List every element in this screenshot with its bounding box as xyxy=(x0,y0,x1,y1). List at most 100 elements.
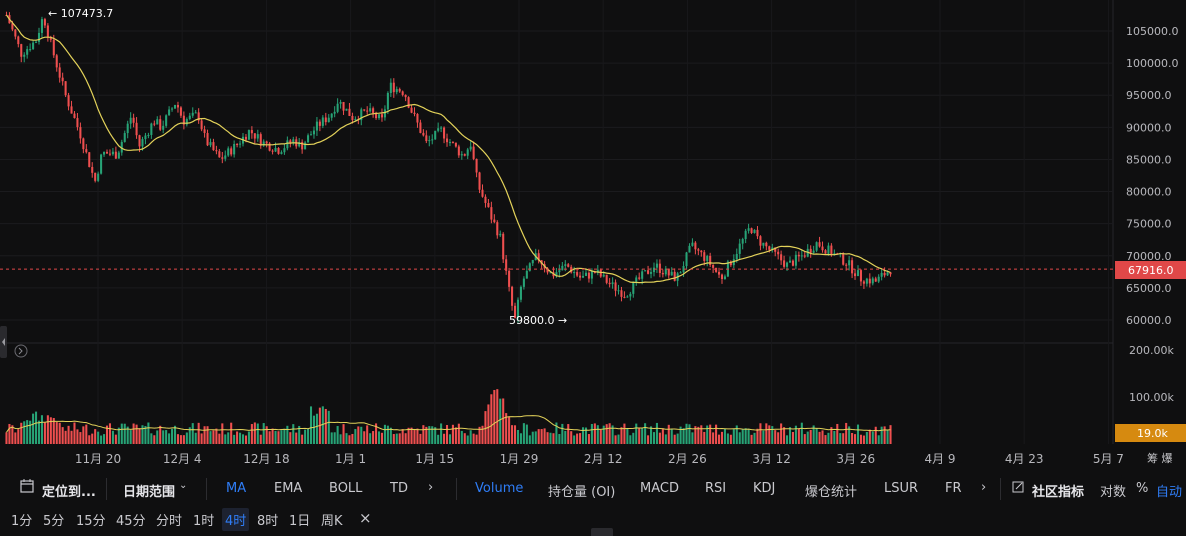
calendar-icon[interactable] xyxy=(20,479,34,497)
volume-bar xyxy=(194,432,197,444)
candle-body xyxy=(200,120,203,130)
volume-bar xyxy=(780,423,783,444)
candle-body xyxy=(649,272,653,274)
candle-body xyxy=(159,119,162,130)
volume-bar xyxy=(46,415,49,444)
volume-bar xyxy=(454,427,457,444)
volume-bar xyxy=(626,428,629,444)
oi-button[interactable]: 持仓量 (OI) xyxy=(548,481,615,500)
kdj-button[interactable]: KDJ xyxy=(753,481,775,496)
volume-bar xyxy=(132,423,135,444)
close-icon[interactable]: × xyxy=(356,507,375,529)
volume-bar xyxy=(342,424,345,444)
candle-body xyxy=(638,277,641,279)
macd-button[interactable]: MACD xyxy=(640,481,679,496)
candle-body xyxy=(522,278,525,287)
timeframe-45m[interactable]: 45分 xyxy=(113,508,149,531)
candle-body xyxy=(46,25,49,38)
chart-background xyxy=(0,0,1186,474)
candle-body xyxy=(644,270,647,272)
timeframe-line[interactable]: 分时 xyxy=(153,508,185,531)
candle-body xyxy=(579,275,582,278)
candle-body xyxy=(434,130,437,140)
td-button[interactable]: TD xyxy=(390,481,408,496)
volume-bar xyxy=(203,426,206,444)
price-tick-label: 95000.0 xyxy=(1126,89,1172,102)
volume-bar xyxy=(327,410,330,444)
community-indicators-button[interactable]: 社区指标 xyxy=(1032,481,1084,500)
candle-body xyxy=(97,173,100,181)
volume-bar xyxy=(147,422,150,444)
timeframe-1m[interactable]: 1分 xyxy=(8,508,35,531)
candle-body xyxy=(871,278,874,284)
volume-bar xyxy=(791,431,794,444)
top-right-text[interactable]: 筹 爆 xyxy=(1147,451,1173,465)
volume-bar xyxy=(856,424,860,444)
chevron-right-icon[interactable]: › xyxy=(428,480,433,495)
volume-bar xyxy=(519,433,522,444)
price-chart[interactable]: 105000.0 100000.0 95000.0 90000.0 85000.0 800… xyxy=(0,0,1186,474)
timeframe-1h[interactable]: 1时 xyxy=(190,508,217,531)
lsur-button[interactable]: LSUR xyxy=(884,481,918,496)
volume-bar xyxy=(138,428,141,444)
volume-bar xyxy=(868,429,871,444)
timeframe-8h[interactable]: 8时 xyxy=(254,508,281,531)
volume-bar xyxy=(676,433,679,444)
ma-button[interactable]: MA xyxy=(226,481,246,496)
candle-body xyxy=(363,109,366,111)
candle-body xyxy=(52,39,55,56)
timeframe-15m[interactable]: 15分 xyxy=(73,508,109,531)
candle-body xyxy=(697,249,700,251)
fr-button[interactable]: FR xyxy=(945,481,962,496)
goto-button[interactable]: 定位到... xyxy=(42,481,96,500)
panel-resize-handle[interactable] xyxy=(591,528,613,536)
candle-body xyxy=(224,155,227,159)
rsi-button[interactable]: RSI xyxy=(705,481,726,496)
candle-body xyxy=(20,44,23,57)
price-tick-label: 80000.0 xyxy=(1126,186,1172,199)
volume-bar xyxy=(818,431,821,444)
edit-icon[interactable] xyxy=(1012,481,1024,497)
chevron-down-icon[interactable]: ⌄ xyxy=(179,480,187,491)
volume-bar xyxy=(345,433,348,444)
percent-button[interactable]: % xyxy=(1136,481,1148,496)
volume-bar xyxy=(800,422,803,444)
candle-body xyxy=(558,270,561,273)
volume-bar xyxy=(528,435,531,444)
candle-body xyxy=(179,107,182,116)
timeframe-week[interactable]: 周K xyxy=(318,508,346,531)
chevron-right-icon[interactable]: › xyxy=(981,480,986,495)
candle-body xyxy=(230,148,233,155)
candle-body xyxy=(780,254,783,261)
boll-button[interactable]: BOLL xyxy=(329,481,362,496)
date-range-button[interactable]: 日期范围 xyxy=(123,481,175,500)
candle-body xyxy=(58,67,61,78)
scroll-left-handle[interactable] xyxy=(0,326,7,358)
timeframe-4h[interactable]: 4时 xyxy=(222,508,250,531)
auto-button[interactable]: 自动 xyxy=(1156,481,1182,500)
volume-bar xyxy=(460,430,463,444)
volume-bar xyxy=(165,430,168,444)
volume-bar xyxy=(312,415,316,444)
volume-bar xyxy=(185,432,188,444)
log-button[interactable]: 对数 xyxy=(1100,481,1126,500)
low-label: 59800.0 → xyxy=(509,314,567,327)
candle-body xyxy=(786,262,789,267)
timeframe-1d[interactable]: 1日 xyxy=(286,508,313,531)
volume-bar xyxy=(61,427,64,444)
volume-bar xyxy=(304,429,307,444)
volume-bar xyxy=(664,434,667,444)
volume-bar xyxy=(153,435,156,444)
volume-bar xyxy=(635,423,638,444)
volume-bar xyxy=(271,428,274,444)
ema-button[interactable]: EMA xyxy=(274,481,302,496)
candle-body xyxy=(176,104,179,108)
volume-bar xyxy=(416,428,419,444)
time-tick-label: 1月 1 xyxy=(335,452,366,466)
candle-body xyxy=(735,253,738,260)
volume-button[interactable]: Volume xyxy=(475,481,523,496)
timeframe-5m[interactable]: 5分 xyxy=(40,508,67,531)
candle-body xyxy=(29,49,32,51)
volume-bar xyxy=(490,394,493,444)
liquidation-button[interactable]: 爆仓统计 xyxy=(805,481,857,500)
